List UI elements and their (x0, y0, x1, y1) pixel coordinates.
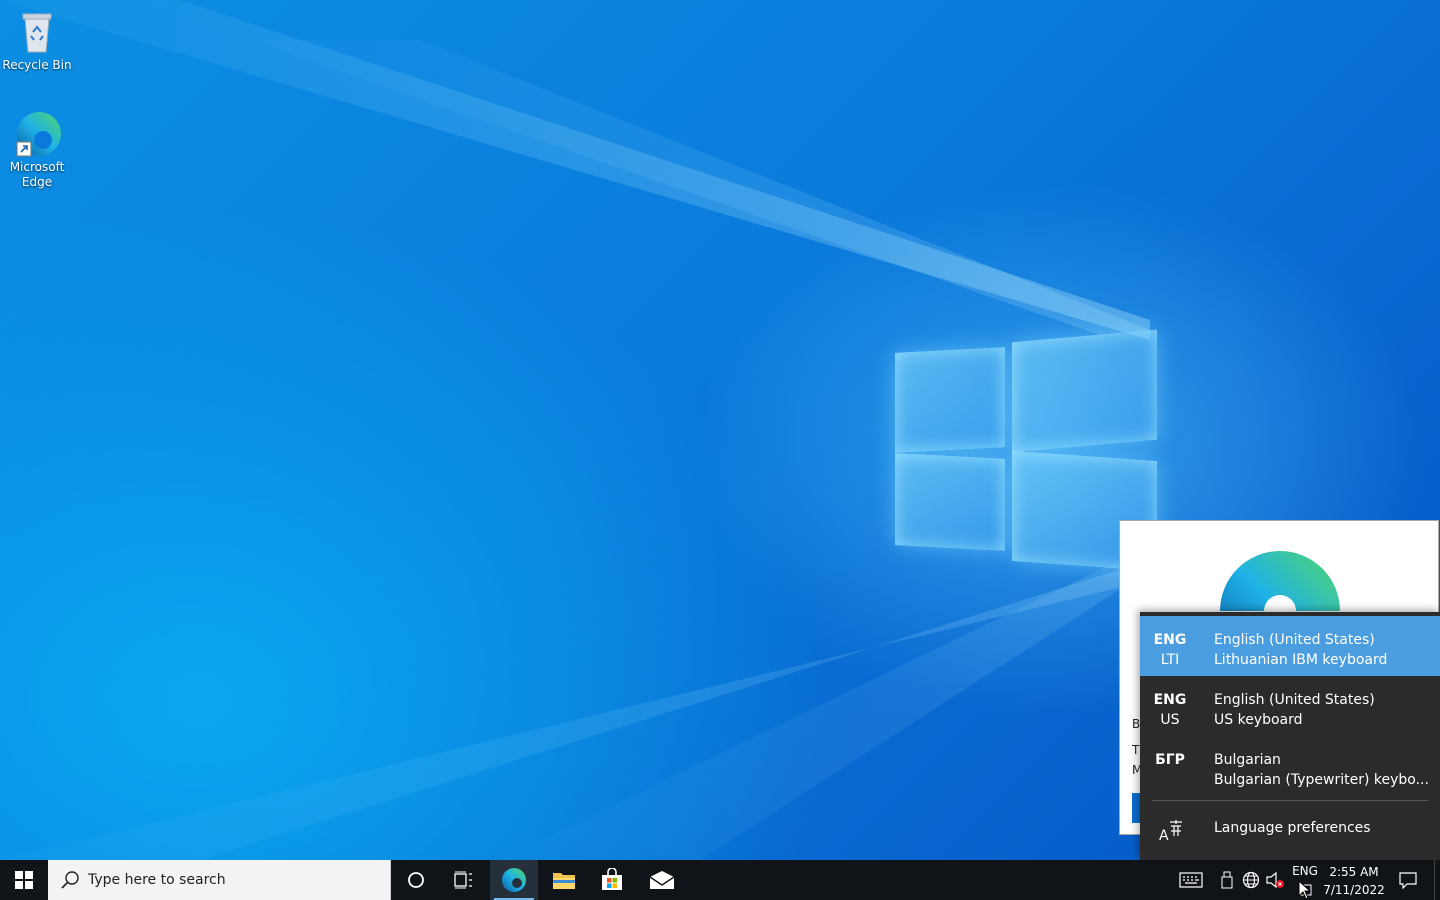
input-indicator[interactable]: ENG (1288, 864, 1322, 878)
cortana-icon (408, 872, 424, 888)
language-settings-icon: A (1159, 820, 1182, 842)
popup-partial-line-1: B (1132, 717, 1141, 731)
safely-remove-hardware-button[interactable] (1216, 860, 1238, 900)
language-preferences-link[interactable]: A Language preferences (1140, 810, 1440, 850)
edge-icon (13, 110, 61, 158)
keyboard-name: Lithuanian IBM keyboard (1214, 652, 1388, 668)
notification-icon (1399, 872, 1417, 889)
show-desktop-button[interactable] (1434, 860, 1440, 900)
recycle-bin-shortcut[interactable]: Recycle Bin (0, 8, 74, 73)
network-button[interactable] (1240, 860, 1262, 900)
search-icon (61, 871, 79, 889)
edge-shortcut[interactable]: Microsoft Edge (0, 110, 74, 190)
recycle-bin-label: Recycle Bin (2, 58, 72, 72)
file-explorer-button[interactable] (540, 860, 588, 900)
task-view-icon (454, 871, 472, 889)
language-preferences-label: Language preferences (1214, 820, 1371, 836)
language-item-eng-us[interactable]: ENG US English (United States) US keyboard (1140, 676, 1440, 736)
language-item-eng-lti[interactable]: ENG LTI English (United States) Lithuanian… (1140, 616, 1440, 676)
globe-network-icon (1242, 871, 1260, 889)
search-placeholder: Type here to search (88, 872, 226, 888)
cortana-button[interactable] (392, 860, 440, 900)
language-name: Bulgarian (1214, 752, 1281, 768)
language-item-bgr[interactable]: БГР Bulgarian Bulgarian (Typewriter) keyb… (1140, 736, 1440, 796)
language-code: БГР (1155, 752, 1185, 768)
language-code: ENG (1153, 632, 1187, 648)
edge-icon (502, 868, 526, 892)
recycle-bin-icon (13, 8, 61, 56)
edge-label: Microsoft Edge (9, 160, 65, 189)
language-sub-code: LTI (1160, 652, 1180, 668)
file-explorer-icon (553, 873, 575, 889)
keyboard-name: US keyboard (1214, 712, 1303, 728)
mouse-cursor-icon (1298, 880, 1312, 900)
svg-text:A: A (1159, 828, 1169, 842)
edge-logo-icon (1220, 551, 1340, 611)
mail-icon (649, 871, 675, 889)
store-icon (602, 868, 622, 890)
language-sub-code: US (1160, 712, 1180, 728)
taskbar-edge-button[interactable] (490, 860, 538, 900)
volume-button[interactable] (1264, 860, 1286, 900)
input-indicator-label: ENG (1292, 864, 1318, 878)
mail-button[interactable] (638, 860, 686, 900)
popup-partial-line-2: T (1132, 743, 1140, 757)
clock-time: 2:55 AM (1329, 865, 1379, 879)
windows-start-icon (15, 871, 33, 889)
keyboard-name: Bulgarian (Typewriter) keybo... (1214, 772, 1429, 788)
taskbar-search-box[interactable]: Type here to search (48, 860, 391, 900)
volume-muted-icon (1266, 871, 1284, 889)
language-name: English (United States) (1214, 692, 1375, 708)
clock-date: 7/11/2022 (1323, 883, 1385, 897)
flyout-divider (1152, 800, 1428, 801)
keyboard-icon (1179, 872, 1203, 888)
action-center-button[interactable] (1392, 860, 1424, 900)
taskbar: Type here to search ENG 2:55 AM 7/11/202… (0, 860, 1440, 900)
language-code: ENG (1153, 692, 1187, 708)
clock-button[interactable]: 2:55 AM 7/11/2022 (1322, 863, 1386, 899)
touch-keyboard-button[interactable] (1176, 860, 1206, 900)
language-flyout: ENG LTI English (United States) Lithuanian… (1140, 612, 1440, 860)
start-button[interactable] (0, 860, 48, 900)
task-view-button[interactable] (440, 860, 488, 900)
windows-logo-wallpaper (895, 318, 1157, 580)
language-name: English (United States) (1214, 632, 1375, 648)
usb-drive-icon (1221, 871, 1233, 889)
microsoft-store-button[interactable] (588, 860, 636, 900)
